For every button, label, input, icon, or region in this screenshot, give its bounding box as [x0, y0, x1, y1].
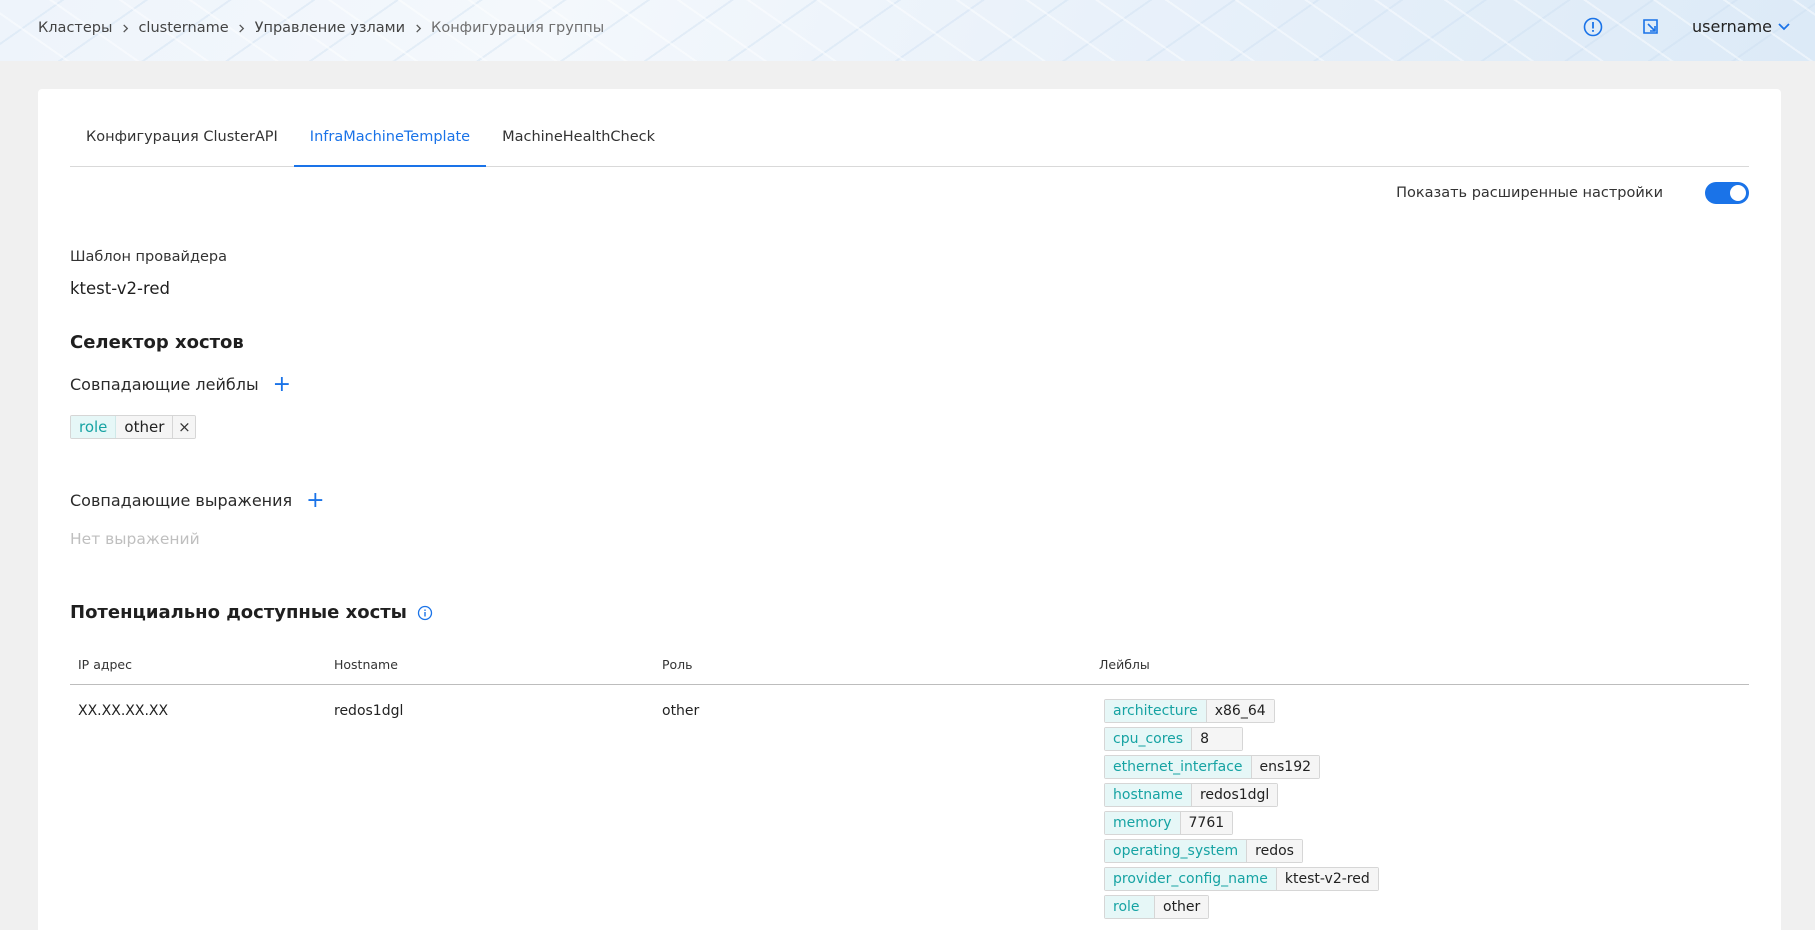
host-label-tag: ethernet_interface ens192 — [1104, 755, 1321, 779]
column-header-role: Роль — [662, 657, 693, 672]
host-role: other — [662, 703, 700, 719]
host-label-key: ethernet_interface — [1105, 756, 1252, 778]
chevron-right-icon — [405, 20, 431, 36]
provider-template-value: ktest-v2-red — [70, 279, 171, 298]
label-chip-value: other — [116, 416, 174, 438]
info-icon[interactable] — [417, 605, 433, 621]
host-label-key: cpu_cores — [1105, 728, 1193, 750]
label-chip-key: role — [71, 416, 117, 438]
advanced-settings-label: Показать расширенные настройки — [1396, 185, 1663, 201]
provider-template-label: Шаблон провайдера — [70, 249, 228, 265]
host-label-tag: hostname redos1dgl — [1104, 783, 1279, 807]
column-header-hostname: Hostname — [334, 657, 398, 672]
chevron-down-icon — [1778, 22, 1790, 30]
content-card: Конфигурация ClusterAPI InfraMachineTemp… — [38, 89, 1781, 930]
breadcrumb-clusters[interactable]: Кластеры — [38, 20, 112, 36]
remove-label-close-icon[interactable]: × — [173, 416, 196, 438]
match-labels-title: Совпадающие лейблы — [70, 375, 259, 394]
host-ip: XX.XX.XX.XX — [78, 703, 169, 719]
host-label-key: role — [1105, 896, 1155, 918]
username-label: username — [1692, 17, 1772, 36]
tab-machinehealthcheck[interactable]: MachineHealthCheck — [486, 123, 671, 167]
user-menu[interactable]: username — [1692, 17, 1790, 36]
add-expression-plus-icon[interactable]: + — [306, 489, 324, 511]
host-label-value: 8 — [1192, 728, 1243, 750]
host-label-value: other — [1155, 896, 1209, 918]
host-label-value: redos — [1247, 840, 1302, 862]
host-label-key: memory — [1105, 812, 1181, 834]
host-label-value: 7761 — [1180, 812, 1233, 834]
breadcrumb-clustername[interactable]: clustername — [138, 20, 228, 36]
host-label-value: ens192 — [1251, 756, 1320, 778]
no-expressions-text: Нет выражений — [70, 530, 200, 548]
chevron-right-icon — [229, 20, 255, 36]
breadcrumb-group-config: Конфигурация группы — [431, 20, 605, 36]
host-label-value: redos1dgl — [1191, 784, 1278, 806]
host-label-key: hostname — [1105, 784, 1192, 806]
open-external-icon[interactable] — [1640, 16, 1662, 38]
column-header-labels: Лейблы — [1099, 657, 1150, 672]
alert-circle-icon[interactable] — [1582, 16, 1604, 38]
advanced-settings-row: Показать расширенные настройки — [1396, 182, 1749, 204]
match-labels-header: Совпадающие лейблы + — [70, 373, 291, 395]
top-bar: Кластеры clustername Управление узлами К… — [0, 0, 1815, 61]
table-header: IP адрес Hostname Роль Лейблы — [70, 649, 1749, 685]
match-expressions-header: Совпадающие выражения + — [70, 489, 325, 511]
host-label-value: x86_64 — [1206, 700, 1274, 722]
table-row[interactable]: XX.XX.XX.XX redos1dgl other architecture… — [70, 685, 1749, 925]
column-header-ip: IP адрес — [78, 657, 132, 672]
host-label-key: provider_config_name — [1105, 868, 1277, 890]
hosts-table: IP адрес Hostname Роль Лейблы XX.XX.XX.X… — [70, 649, 1749, 925]
host-label-key: operating_system — [1105, 840, 1248, 862]
host-label-key: architecture — [1105, 700, 1207, 722]
host-label-value: ktest-v2-red — [1276, 868, 1378, 890]
breadcrumb: Кластеры clustername Управление узлами К… — [38, 18, 604, 38]
breadcrumb-node-management[interactable]: Управление узлами — [255, 20, 405, 36]
host-label-tag: architecture x86_64 — [1104, 699, 1275, 723]
label-chip: role other × — [70, 415, 197, 439]
host-label-tag: memory 7761 — [1104, 811, 1234, 835]
host-label-tag: role other — [1104, 895, 1210, 919]
host-label-tag: cpu_cores 8 — [1104, 727, 1244, 751]
available-hosts-header: Потенциально доступные хосты — [70, 602, 433, 623]
host-label-tag: operating_system redos — [1104, 839, 1303, 863]
tab-bar: Конфигурация ClusterAPI InfraMachineTemp… — [70, 123, 1749, 167]
chevron-right-icon — [112, 20, 138, 36]
host-label-tag: provider_config_name ktest-v2-red — [1104, 867, 1379, 891]
tab-clusterapi-config[interactable]: Конфигурация ClusterAPI — [70, 123, 294, 167]
match-expressions-title: Совпадающие выражения — [70, 491, 293, 510]
advanced-settings-toggle[interactable] — [1705, 182, 1749, 204]
host-labels: architecture x86_64 cpu_cores 8 ethernet_i… — [1104, 699, 1379, 923]
host-selector-title: Селектор хостов — [70, 332, 244, 353]
host-hostname: redos1dgl — [334, 703, 404, 719]
tab-inframachinetemplate[interactable]: InfraMachineTemplate — [293, 123, 487, 167]
add-label-plus-icon[interactable]: + — [273, 373, 291, 395]
available-hosts-title: Потенциально доступные хосты — [70, 602, 407, 623]
